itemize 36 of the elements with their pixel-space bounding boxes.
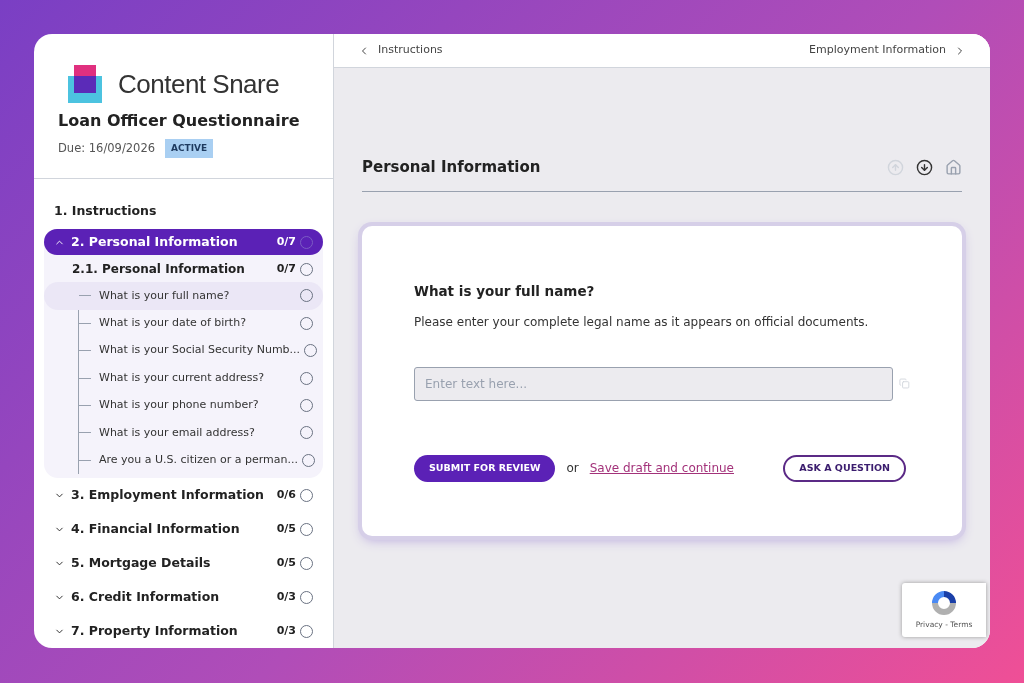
section-item[interactable]: 3. Employment Information 0/6 bbox=[44, 482, 323, 508]
due-date: Due: 16/09/2026 bbox=[58, 139, 156, 157]
section-item[interactable]: 4. Financial Information 0/5 bbox=[44, 516, 323, 542]
copy-icon[interactable] bbox=[899, 378, 910, 390]
question-item[interactable]: What is your phone number? bbox=[44, 391, 323, 420]
answer-field[interactable]: Enter text here... bbox=[414, 366, 894, 401]
brand-name: Content Snare bbox=[118, 67, 280, 101]
question-description: Please enter your complete legal name as it appears on official documents. bbox=[414, 313, 870, 331]
ask-question-button[interactable]: ASK A QUESTION bbox=[783, 454, 906, 482]
submit-button[interactable]: SUBMIT FOR REVIEW bbox=[414, 454, 556, 482]
subsection-title[interactable]: 2.1. Personal Information bbox=[72, 260, 277, 279]
question-item[interactable]: What is your Social Security Numb... bbox=[44, 337, 323, 365]
previous-link[interactable]: Instructions bbox=[358, 42, 443, 59]
question-item[interactable]: What is your current address? bbox=[44, 364, 323, 392]
questionnaire-title: Loan Officer Questionnaire bbox=[58, 109, 301, 132]
question-title: What is your full name? bbox=[414, 281, 596, 301]
question-item[interactable]: Are you a U.S. citizen or a perman... bbox=[44, 446, 323, 474]
section-item[interactable]: 7. Property Information 0/3 bbox=[44, 618, 323, 644]
question-item[interactable]: What is your email address? bbox=[44, 419, 323, 447]
section-item[interactable]: 1. Instructions bbox=[54, 203, 157, 219]
section-item[interactable]: 5. Mortgage Details 0/5 bbox=[44, 550, 323, 576]
or-text: or bbox=[566, 460, 579, 478]
arrow-down-icon[interactable] bbox=[916, 158, 933, 176]
page-title: Personal Information bbox=[362, 157, 541, 178]
status-badge: ACTIVE bbox=[165, 138, 214, 159]
home-icon[interactable] bbox=[945, 158, 962, 176]
section-item[interactable]: 2. Personal Information 0/7 bbox=[44, 229, 323, 256]
recaptcha-icon bbox=[930, 589, 958, 618]
question-item[interactable]: What is your full name? bbox=[44, 282, 323, 310]
logo-icon bbox=[68, 65, 104, 104]
next-link[interactable]: Employment Information bbox=[809, 42, 966, 59]
arrow-up-icon[interactable] bbox=[887, 158, 904, 176]
progress-count: 0/7 bbox=[276, 261, 296, 277]
section-item[interactable]: 6. Credit Information 0/3 bbox=[44, 584, 323, 610]
save-draft-link[interactable]: Save draft and continue bbox=[589, 459, 734, 478]
question-item[interactable]: What is your date of birth? bbox=[44, 309, 323, 338]
